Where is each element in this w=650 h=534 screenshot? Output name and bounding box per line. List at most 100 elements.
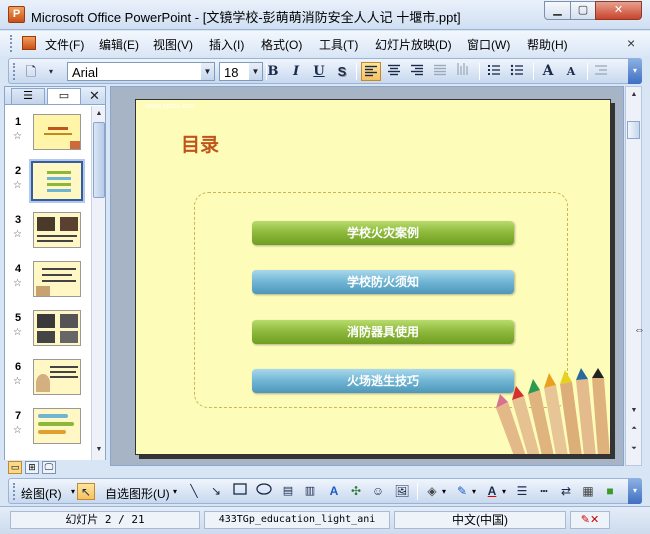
chevron-down-icon[interactable]: ▾	[502, 487, 506, 496]
chevron-down-icon[interactable]: ▾	[442, 487, 446, 496]
scrollbar-thumb[interactable]	[627, 121, 640, 139]
wordart-icon[interactable]: A	[325, 483, 343, 500]
align-right-button[interactable]	[407, 62, 427, 81]
rectangle-tool-icon[interactable]	[231, 483, 249, 500]
bullets-button[interactable]	[507, 62, 527, 81]
slide-thumbnail-row[interactable]: 7 ☆	[5, 408, 91, 456]
vertical-textbox-icon[interactable]: ▥	[301, 483, 319, 500]
close-pane-icon[interactable]: ✕	[89, 88, 100, 104]
slideshow-view-icon[interactable]: 🖵	[42, 461, 56, 474]
autoshapes-menu-button[interactable]: 自选图形(U)	[105, 485, 170, 502]
textbox-tool-icon[interactable]: ▤	[279, 483, 297, 500]
toolbar-grip-icon[interactable]	[13, 63, 16, 80]
slide-sorter-view-icon[interactable]: ⊞	[25, 461, 39, 474]
chevron-down-icon[interactable]: ▾	[71, 487, 75, 496]
menu-edit[interactable]: 编辑(E)	[99, 36, 139, 53]
justify-button[interactable]	[430, 62, 450, 81]
align-center-button[interactable]	[384, 62, 404, 81]
slide-thumbnail-row[interactable]: 5 ☆	[5, 310, 91, 358]
line-style-icon[interactable]: ☰	[513, 483, 531, 500]
arrow-style-icon[interactable]: ⇄	[557, 483, 575, 500]
shadow-style-icon[interactable]: ▦	[579, 483, 597, 500]
menu-file[interactable]: 文件(F)	[45, 36, 84, 53]
scrollbar-thumb[interactable]	[93, 122, 105, 198]
toolbar-grip-icon[interactable]	[13, 483, 16, 500]
close-document-button[interactable]: ×	[627, 35, 635, 51]
powerpoint-app-icon[interactable]: P	[8, 6, 25, 23]
slide-thumbnail-1[interactable]	[33, 114, 81, 150]
arrow-tool-icon[interactable]: ↘	[207, 483, 225, 500]
menu-view[interactable]: 视图(V)	[153, 36, 193, 53]
menu-tools[interactable]: 工具(T)	[319, 36, 358, 53]
next-slide-icon[interactable]: ⏷	[628, 443, 640, 455]
chevron-down-icon[interactable]: ▼	[249, 63, 262, 80]
underline-button[interactable]: U	[309, 62, 329, 81]
draw-menu-button[interactable]: 绘图(R)	[21, 485, 62, 502]
3d-style-icon[interactable]: ■	[601, 483, 619, 500]
oval-tool-icon[interactable]	[255, 483, 273, 500]
close-window-button[interactable]: ✕	[595, 1, 642, 20]
font-size-select[interactable]: 18 ▼	[219, 62, 263, 81]
numbering-button[interactable]	[484, 62, 504, 81]
menu-slideshow[interactable]: 幻灯片放映(D)	[375, 36, 452, 53]
scroll-up-icon[interactable]: ▲	[93, 108, 105, 120]
font-color-icon[interactable]: A	[483, 483, 501, 500]
slide-thumbnail-row[interactable]: 2 ☆	[5, 161, 91, 211]
menu-window[interactable]: 窗口(W)	[467, 36, 510, 53]
thumbnails-scrollbar[interactable]: ▲ ▼	[91, 106, 105, 460]
diagram-icon[interactable]: ✣	[347, 483, 365, 500]
chevron-down-icon[interactable]: ▾	[173, 487, 177, 496]
bold-button[interactable]: B	[263, 62, 283, 81]
scroll-up-icon[interactable]: ▲	[628, 89, 640, 101]
distributed-align-button[interactable]	[453, 62, 473, 81]
toc-item-2[interactable]: 学校防火须知	[252, 270, 514, 294]
menu-insert[interactable]: 插入(I)	[209, 36, 244, 53]
slide-thumbnail-row[interactable]: 4 ☆	[5, 261, 91, 309]
slide-thumbnail-row[interactable]: 3 ☆	[5, 212, 91, 260]
chevron-down-icon[interactable]: ▾	[472, 487, 476, 496]
indent-button[interactable]	[591, 62, 611, 81]
slide-thumbnail-7[interactable]	[33, 408, 81, 444]
line-color-icon[interactable]: ✎	[453, 483, 471, 500]
resize-handle-icon[interactable]: ⇔	[634, 324, 645, 336]
toc-item-1[interactable]: 学校火灾案例	[252, 221, 514, 245]
editor-vertical-scrollbar[interactable]: ▲ ▼ ⏶ ⏷	[625, 86, 642, 466]
document-icon[interactable]	[22, 36, 36, 50]
align-left-button[interactable]	[361, 62, 381, 81]
decrease-font-size-button[interactable]: A	[561, 62, 581, 81]
spelling-status-icon[interactable]: ✎✕	[570, 511, 610, 529]
previous-slide-icon[interactable]: ⏶	[628, 423, 640, 435]
line-tool-icon[interactable]: ╲	[185, 483, 203, 500]
toolbar-overflow-chevron-icon[interactable]: ▾	[628, 478, 642, 504]
insert-picture-icon[interactable]: 🖼	[393, 483, 411, 500]
slide-title[interactable]: 目录	[181, 130, 219, 157]
menubar-grip-icon[interactable]	[10, 35, 13, 52]
slide-thumbnail-row[interactable]: 6 ☆	[5, 359, 91, 407]
text-shadow-button[interactable]: S	[332, 62, 352, 81]
toc-item-3[interactable]: 消防器具使用	[252, 320, 514, 344]
toc-item-4[interactable]: 火场逃生技巧	[252, 369, 514, 393]
fill-color-icon[interactable]: ◈	[423, 483, 441, 500]
select-pointer-icon[interactable]: ↖	[77, 483, 95, 500]
slide-thumbnail-5[interactable]	[33, 310, 81, 346]
dash-style-icon[interactable]: ┅	[535, 483, 553, 500]
menu-format[interactable]: 格式(O)	[261, 36, 302, 53]
font-name-select[interactable]: Arial ▼	[67, 62, 215, 81]
new-document-icon[interactable]: 🗋	[21, 62, 41, 81]
scroll-down-icon[interactable]: ▼	[628, 405, 640, 417]
slide-thumbnail-row[interactable]: 1 ☆	[5, 114, 91, 162]
toolbar-overflow-chevron-icon[interactable]: ▾	[628, 58, 642, 84]
slide-thumbnail-2[interactable]	[31, 161, 83, 201]
italic-button[interactable]: I	[286, 62, 306, 81]
minimize-button[interactable]: ▁	[544, 1, 571, 20]
tab-slides[interactable]: ▭	[47, 88, 81, 104]
menu-help[interactable]: 帮助(H)	[527, 36, 568, 53]
clipart-icon[interactable]: ☺	[369, 483, 387, 500]
slide-thumbnail-3[interactable]	[33, 212, 81, 248]
slide-thumbnail-6[interactable]	[33, 359, 81, 395]
tab-outline[interactable]: ☰	[11, 88, 45, 104]
increase-font-size-button[interactable]: A	[538, 62, 558, 81]
maximize-button[interactable]: ▢	[570, 1, 596, 20]
chevron-down-icon[interactable]: ▼	[201, 63, 214, 80]
scroll-down-icon[interactable]: ▼	[93, 444, 105, 456]
